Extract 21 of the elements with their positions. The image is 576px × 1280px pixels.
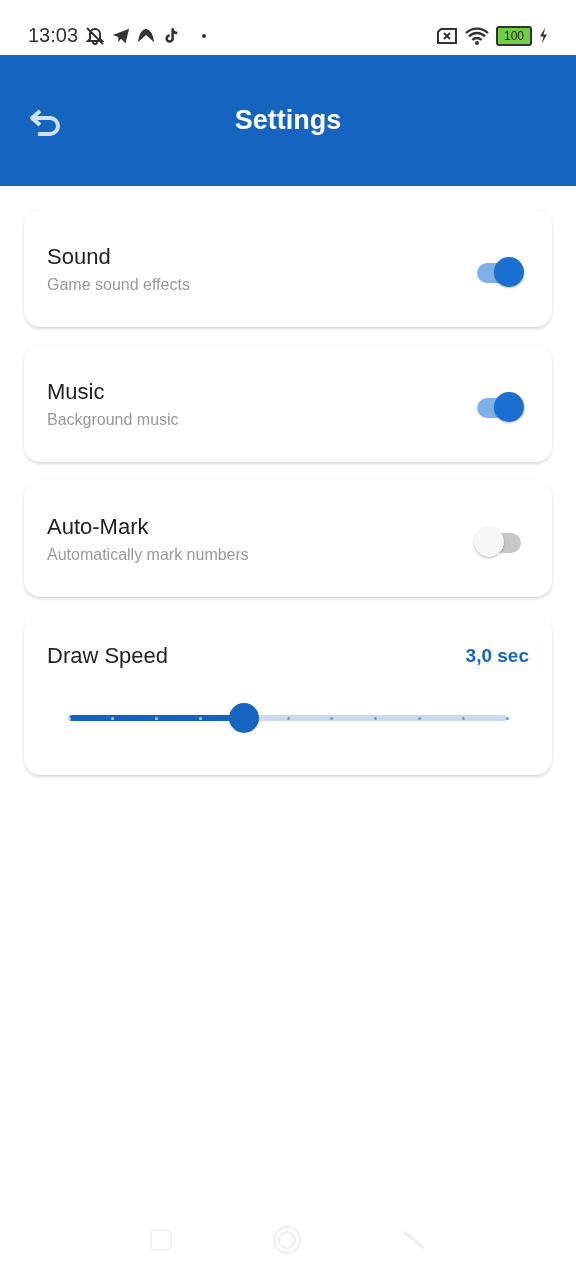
sim-card-icon <box>436 26 458 45</box>
screen-title: Settings <box>234 105 342 136</box>
setting-title: Draw Speed <box>47 643 169 669</box>
dot-icon <box>202 33 207 38</box>
wifi-icon <box>465 26 489 45</box>
charging-bolt-icon <box>539 27 548 44</box>
slider-thumb[interactable] <box>229 703 260 733</box>
setting-title: Sound <box>47 243 112 270</box>
paper-plane-icon <box>112 26 131 45</box>
mountain-icon <box>137 26 156 45</box>
speed-value: 3,0 sec <box>465 645 529 667</box>
battery-level: 100 <box>504 28 524 43</box>
music-note-icon <box>162 26 180 45</box>
setting-description: Background music <box>47 410 179 429</box>
setting-description: Game sound effects <box>47 275 190 294</box>
setting-title: Music <box>47 378 106 405</box>
status-time: 13:03 <box>28 24 79 47</box>
speed-slider[interactable] <box>69 703 507 733</box>
setting-title: Auto-Mark <box>47 513 150 540</box>
setting-description: Automatically mark numbers <box>47 545 249 564</box>
muted-bell-icon <box>85 25 106 46</box>
